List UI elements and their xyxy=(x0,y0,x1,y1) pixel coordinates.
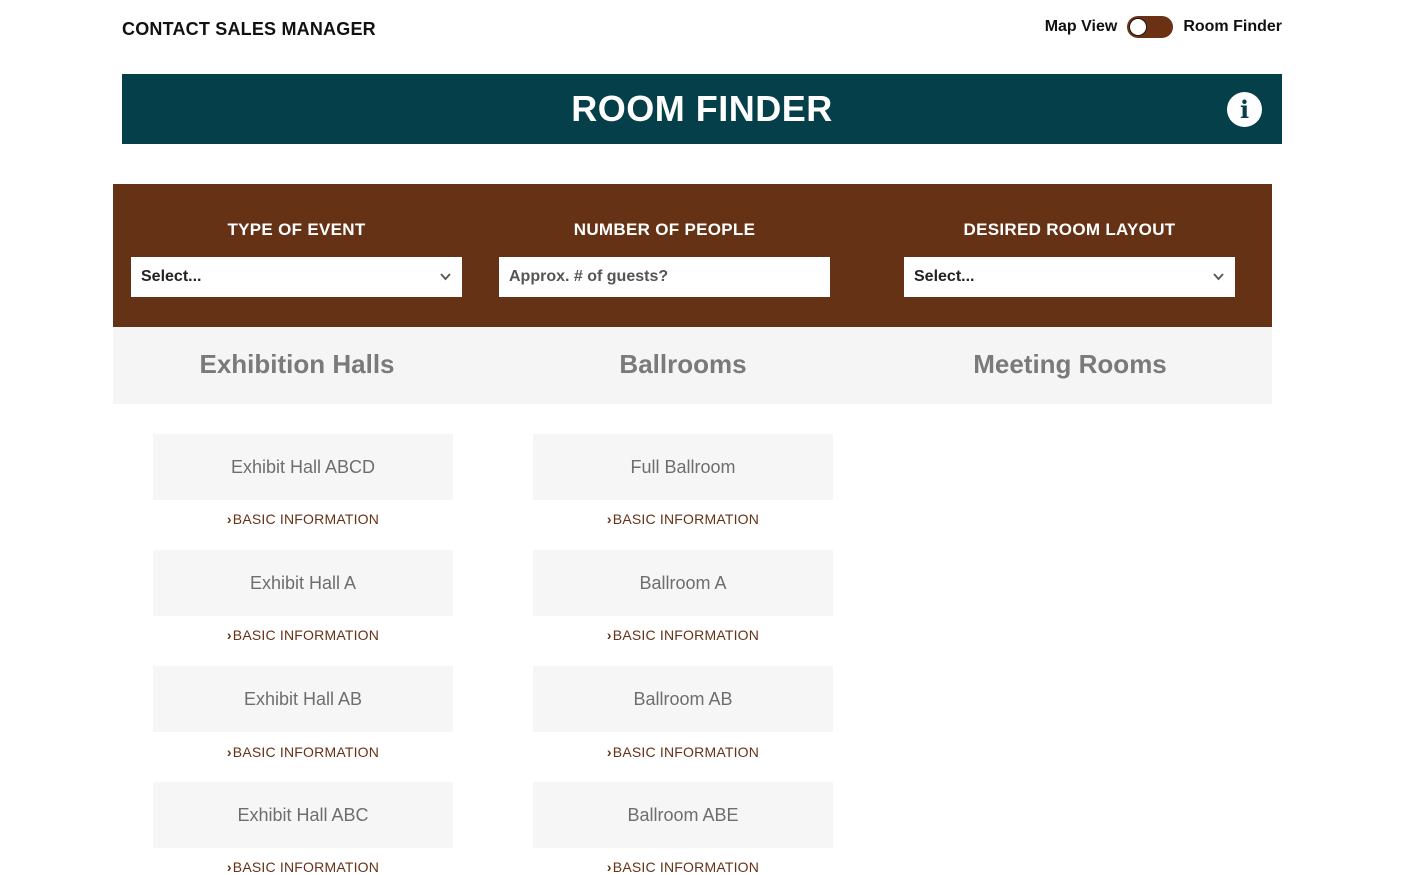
tab-exhibition-halls[interactable]: Exhibition Halls xyxy=(107,349,487,380)
basic-info-label: BASIC INFORMATION xyxy=(612,511,760,527)
basic-info-label: BASIC INFORMATION xyxy=(612,744,760,760)
room-card-ballroom-a[interactable]: Ballroom A xyxy=(533,550,833,616)
basic-info-label: BASIC INFORMATION xyxy=(232,859,380,875)
chevron-right-icon: › xyxy=(606,744,612,760)
chevron-right-icon: › xyxy=(226,511,232,527)
chevron-right-icon: › xyxy=(606,627,612,643)
select-value: Select... xyxy=(141,268,202,285)
chevron-down-icon xyxy=(440,273,451,281)
basic-info-link[interactable]: ›BASIC INFORMATION xyxy=(153,744,453,760)
room-card-exhibit-hall-a[interactable]: Exhibit Hall A xyxy=(153,550,453,616)
chevron-down-icon xyxy=(1213,273,1224,281)
category-tabs: Exhibition Halls Ballrooms Meeting Rooms xyxy=(113,327,1272,404)
basic-info-label: BASIC INFORMATION xyxy=(232,511,380,527)
room-finder-banner: ROOM FINDER i xyxy=(122,74,1282,144)
filter-label: NUMBER OF PEOPLE xyxy=(573,220,756,239)
toggle-knob xyxy=(1129,18,1148,36)
basic-info-label: BASIC INFORMATION xyxy=(232,744,380,760)
room-card-exhibit-hall-abcd[interactable]: Exhibit Hall ABCD xyxy=(153,434,453,500)
basic-info-link[interactable]: ›BASIC INFORMATION xyxy=(153,859,453,875)
room-card-exhibit-hall-ab[interactable]: Exhibit Hall AB xyxy=(153,666,453,732)
event-type-select[interactable]: Select... xyxy=(131,257,462,297)
chevron-right-icon: › xyxy=(226,627,232,643)
room-card-ballroom-abe[interactable]: Ballroom ABE xyxy=(533,782,833,848)
room-card-ballroom-ab[interactable]: Ballroom AB xyxy=(533,666,833,732)
view-switch: Map View Room Finder xyxy=(1045,16,1282,38)
top-bar: CONTACT SALES MANAGER Map View Room Find… xyxy=(0,0,1404,60)
basic-info-label: BASIC INFORMATION xyxy=(612,627,760,643)
info-icon[interactable]: i xyxy=(1227,92,1262,127)
contact-sales-manager-link[interactable]: CONTACT SALES MANAGER xyxy=(122,19,376,40)
tab-ballrooms[interactable]: Ballrooms xyxy=(493,349,873,380)
input-placeholder: Approx. # of guests? xyxy=(509,268,669,285)
select-value: Select... xyxy=(914,268,975,285)
basic-info-link[interactable]: ›BASIC INFORMATION xyxy=(533,627,833,643)
filter-label: DESIRED ROOM LAYOUT xyxy=(963,220,1176,239)
room-layout-select[interactable]: Select... xyxy=(904,257,1235,297)
room-finder-label[interactable]: Room Finder xyxy=(1183,18,1282,36)
guest-count-input[interactable]: Approx. # of guests? xyxy=(499,257,830,297)
chevron-right-icon: › xyxy=(606,511,612,527)
room-card-full-ballroom[interactable]: Full Ballroom xyxy=(533,434,833,500)
room-card-exhibit-hall-abc[interactable]: Exhibit Hall ABC xyxy=(153,782,453,848)
view-toggle[interactable] xyxy=(1127,16,1174,38)
basic-info-link[interactable]: ›BASIC INFORMATION xyxy=(153,511,453,527)
map-view-label[interactable]: Map View xyxy=(1045,18,1118,36)
chevron-right-icon: › xyxy=(226,744,232,760)
filter-label: TYPE OF EVENT xyxy=(227,220,366,239)
basic-info-link[interactable]: ›BASIC INFORMATION xyxy=(153,627,453,643)
basic-info-label: BASIC INFORMATION xyxy=(232,627,380,643)
filter-bar: TYPE OF EVENT Select... NUMBER OF PEOPLE… xyxy=(113,184,1272,327)
basic-info-link[interactable]: ›BASIC INFORMATION xyxy=(533,511,833,527)
basic-info-label: BASIC INFORMATION xyxy=(612,859,760,875)
chevron-right-icon: › xyxy=(606,859,612,875)
page-title: ROOM FINDER xyxy=(571,88,833,129)
chevron-right-icon: › xyxy=(226,859,232,875)
basic-info-link[interactable]: ›BASIC INFORMATION xyxy=(533,744,833,760)
basic-info-link[interactable]: ›BASIC INFORMATION xyxy=(533,859,833,875)
tab-meeting-rooms[interactable]: Meeting Rooms xyxy=(880,349,1260,380)
